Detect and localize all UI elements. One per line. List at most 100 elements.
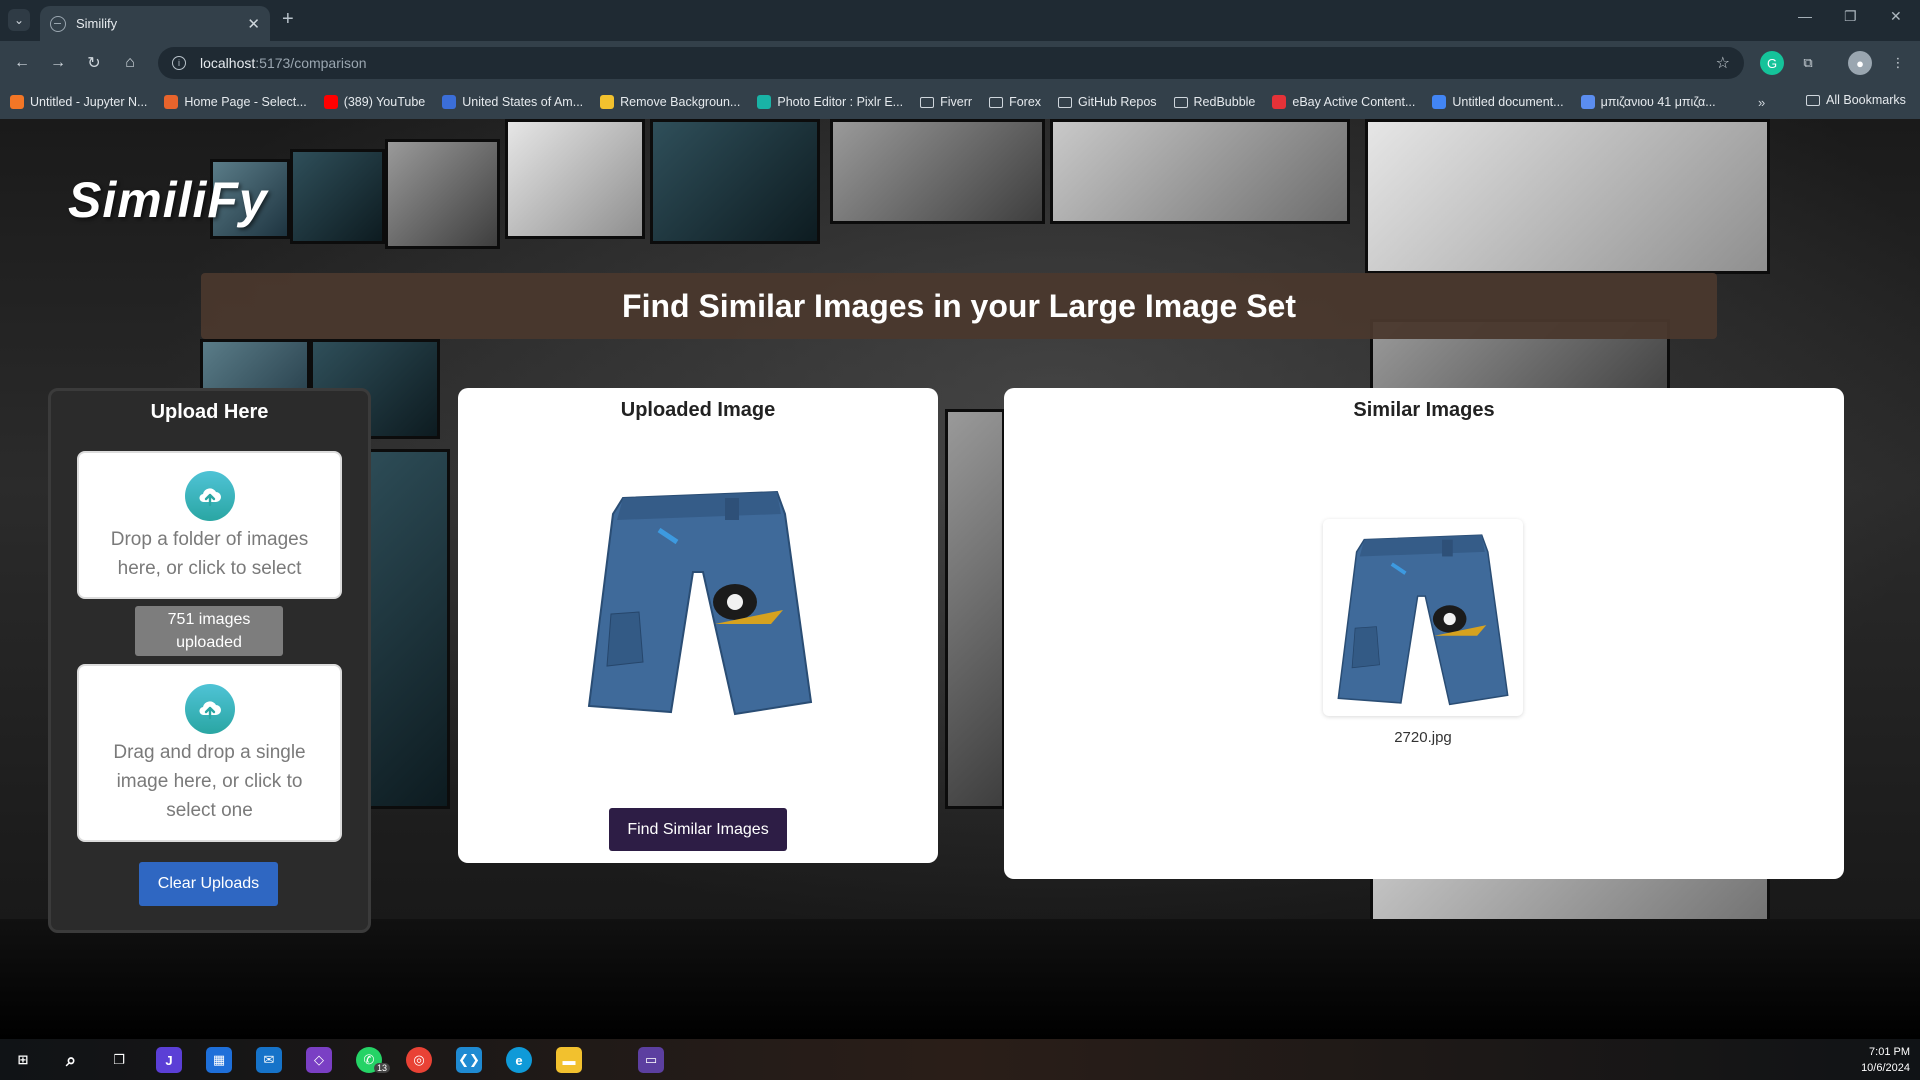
- single-dropzone-text: Drag and drop a single image here, or cl…: [113, 742, 306, 821]
- all-bookmarks-label: All Bookmarks: [1826, 93, 1906, 107]
- address-bar-row: ← → ↻ ⌂ i localhost:5173/comparison ☆ G …: [0, 41, 1920, 85]
- whatsapp-badge: 13: [374, 1063, 391, 1073]
- upload-count-badge: 751 images uploaded: [135, 606, 283, 656]
- system-clock[interactable]: 7:01 PM 10/6/2024: [1861, 1044, 1910, 1076]
- bookmark-item[interactable]: Untitled document...: [1432, 95, 1564, 109]
- upload-panel-title: Upload Here: [150, 401, 269, 423]
- bookmark-item[interactable]: eBay Active Content...: [1272, 95, 1415, 109]
- profile-avatar[interactable]: ●: [1848, 51, 1872, 75]
- bookmark-label: Fiverr: [940, 95, 973, 109]
- bookmark-label: (389) YouTube: [343, 95, 426, 109]
- grammarly-icon[interactable]: G: [1760, 51, 1784, 75]
- similar-images-title: Similar Images: [1353, 399, 1495, 421]
- windows-taskbar: ⊞ ⌕ ❐ J ▦ ✉ ◇ ✆ 13 ◎ ❮❯ e ▬ ▭ 7:01 PM 10…: [0, 1039, 1920, 1080]
- search-icon[interactable]: ⌕: [58, 1047, 84, 1073]
- bookmark-item[interactable]: United States of Am...: [442, 95, 583, 109]
- bookmark-label: Untitled document...: [1452, 95, 1564, 109]
- url-path: :5173/comparison: [255, 55, 367, 71]
- url-input[interactable]: i localhost:5173/comparison ☆: [158, 47, 1744, 79]
- uploaded-image-panel: Uploaded Image Find Similar Images: [458, 388, 938, 863]
- bookmark-item[interactable]: Fiverr: [920, 95, 972, 109]
- uploaded-shorts-image: [587, 490, 813, 716]
- bookmark-item[interactable]: μπιζανιου 41 μπιζα...: [1580, 95, 1716, 109]
- background-screen: [505, 119, 645, 239]
- youtube-icon: [323, 95, 338, 109]
- folder-icon: [1173, 96, 1188, 108]
- bookmark-label: RedBubble: [1193, 95, 1256, 109]
- result-shorts-image: [1337, 534, 1509, 706]
- result-thumbnail[interactable]: [1323, 519, 1523, 716]
- store-icon[interactable]: ▦: [206, 1047, 232, 1073]
- pixlr-icon: [757, 95, 772, 109]
- bookmarks-bar: Untitled - Jupyter N... Home Page - Selec…: [0, 85, 1920, 119]
- bookmark-item[interactable]: Home Page - Select...: [164, 95, 307, 109]
- bookmark-item[interactable]: (389) YouTube: [323, 95, 426, 109]
- bookmark-item[interactable]: Forex: [989, 95, 1041, 109]
- browser-tab-active[interactable]: Similify ✕: [40, 6, 270, 41]
- bookmark-label: GitHub Repos: [1078, 95, 1157, 109]
- url-host: localhost: [200, 55, 256, 71]
- browser-tabbar: ⌄ Similify ✕ + — ❐ ✕: [0, 0, 1920, 41]
- tab-title: Similify: [76, 16, 118, 31]
- bookmark-item[interactable]: Remove Backgroun...: [600, 95, 740, 109]
- page-headline: Find Similar Images in your Large Image …: [201, 273, 1717, 339]
- mail-icon[interactable]: ✉: [256, 1047, 282, 1073]
- bookmarks-overflow-icon[interactable]: »: [1758, 95, 1765, 110]
- find-similar-button[interactable]: Find Similar Images: [609, 808, 787, 851]
- single-image-dropzone[interactable]: Drag and drop a single image here, or cl…: [77, 664, 342, 842]
- bookmark-item[interactable]: Photo Editor : Pixlr E...: [757, 95, 903, 109]
- folder-icon: [920, 96, 935, 108]
- site-info-icon[interactable]: i: [172, 56, 186, 70]
- tab-search-button[interactable]: ⌄: [8, 9, 30, 31]
- forward-icon[interactable]: →: [46, 51, 70, 75]
- background-screen: [290, 149, 385, 244]
- chrome-icon[interactable]: ◎: [406, 1047, 432, 1073]
- extensions-icon[interactable]: ⧉: [1796, 51, 1820, 75]
- visual-studio-icon[interactable]: ◇: [306, 1047, 332, 1073]
- folder-dropzone-text: Drop a folder of images here, or click t…: [110, 529, 309, 579]
- bookmark-label: United States of Am...: [462, 95, 584, 109]
- terminal-icon[interactable]: ▭: [638, 1047, 664, 1073]
- file-explorer-icon[interactable]: ▬: [556, 1047, 582, 1073]
- bookmark-item[interactable]: Untitled - Jupyter N...: [10, 95, 147, 109]
- app-logo[interactable]: SimiliFy: [68, 171, 268, 229]
- cloud-upload-icon: [184, 684, 235, 734]
- folder-icon: [1806, 94, 1820, 106]
- jetbrains-icon[interactable]: J: [156, 1047, 182, 1073]
- bookmark-label: Untitled - Jupyter N...: [30, 95, 148, 109]
- back-icon[interactable]: ←: [10, 51, 34, 75]
- task-view-icon[interactable]: ❐: [106, 1047, 132, 1073]
- background-screen: [1365, 119, 1770, 274]
- similar-images-panel: Similar Images 2720.jpg: [1004, 388, 1844, 879]
- tab-close-icon[interactable]: ✕: [247, 15, 260, 33]
- bookmark-star-icon[interactable]: ☆: [1716, 53, 1730, 73]
- folder-dropzone[interactable]: Drop a folder of images here, or click t…: [77, 451, 342, 599]
- windows-start-icon[interactable]: ⊞: [10, 1047, 36, 1073]
- ebay-icon: [1272, 95, 1287, 109]
- bookmark-item[interactable]: GitHub Repos: [1058, 95, 1157, 109]
- vscode-icon[interactable]: ❮❯: [456, 1047, 482, 1073]
- restore-icon[interactable]: ❐: [1844, 8, 1857, 25]
- all-bookmarks-button[interactable]: All Bookmarks: [1806, 93, 1906, 107]
- cloud-upload-icon: [184, 471, 235, 521]
- background-screen: [830, 119, 1045, 224]
- menu-kebab-icon[interactable]: ⋮: [1886, 51, 1910, 75]
- document-icon: [442, 95, 457, 109]
- clock-date: 10/6/2024: [1861, 1062, 1910, 1074]
- removebg-icon: [600, 95, 615, 109]
- reload-icon[interactable]: ↻: [82, 51, 106, 75]
- close-window-icon[interactable]: ✕: [1890, 8, 1902, 25]
- new-tab-button[interactable]: +: [282, 8, 294, 31]
- bookmark-item[interactable]: RedBubble: [1173, 95, 1256, 109]
- clear-uploads-button[interactable]: Clear Uploads: [139, 862, 278, 906]
- bookmark-label: μπιζανιου 41 μπιζα...: [1600, 95, 1716, 109]
- background-screen: [1050, 119, 1350, 224]
- result-filename: 2720.jpg: [1394, 729, 1452, 746]
- bookmark-label: eBay Active Content...: [1292, 95, 1416, 109]
- background-screen: [945, 409, 1005, 809]
- minimize-icon[interactable]: —: [1798, 8, 1812, 24]
- home-icon[interactable]: ⌂: [118, 51, 142, 75]
- folder-icon: [989, 96, 1004, 108]
- jupyter-icon: [10, 95, 24, 109]
- edge-icon[interactable]: e: [506, 1047, 532, 1073]
